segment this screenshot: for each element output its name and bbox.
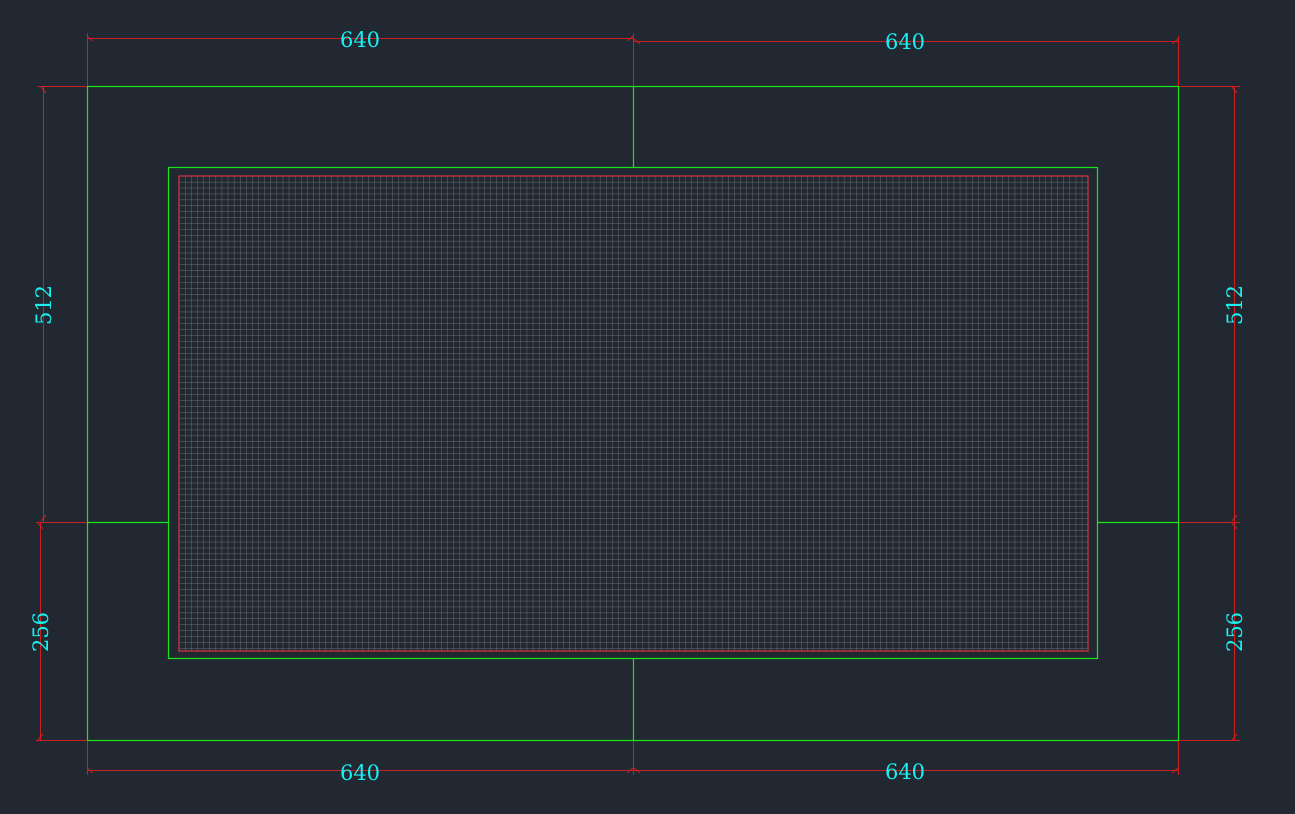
dim-bottom-right-text: 640	[885, 760, 925, 784]
dim-right-lower-text: 256	[1223, 612, 1247, 652]
dim-left-upper-text: 512	[32, 285, 56, 325]
mesh-area	[179, 176, 1088, 651]
dim-left-lower-text: 256	[29, 612, 53, 652]
cad-drawing: 640 640 640 640 512 256 512 256	[29, 28, 1247, 785]
dim-top-right-text: 640	[885, 30, 925, 54]
tick	[86, 35, 1179, 45]
dim-top-left-text: 640	[340, 28, 380, 52]
dim-bottom-left-text: 640	[340, 761, 380, 785]
dim-right-upper-text: 512	[1223, 285, 1247, 325]
